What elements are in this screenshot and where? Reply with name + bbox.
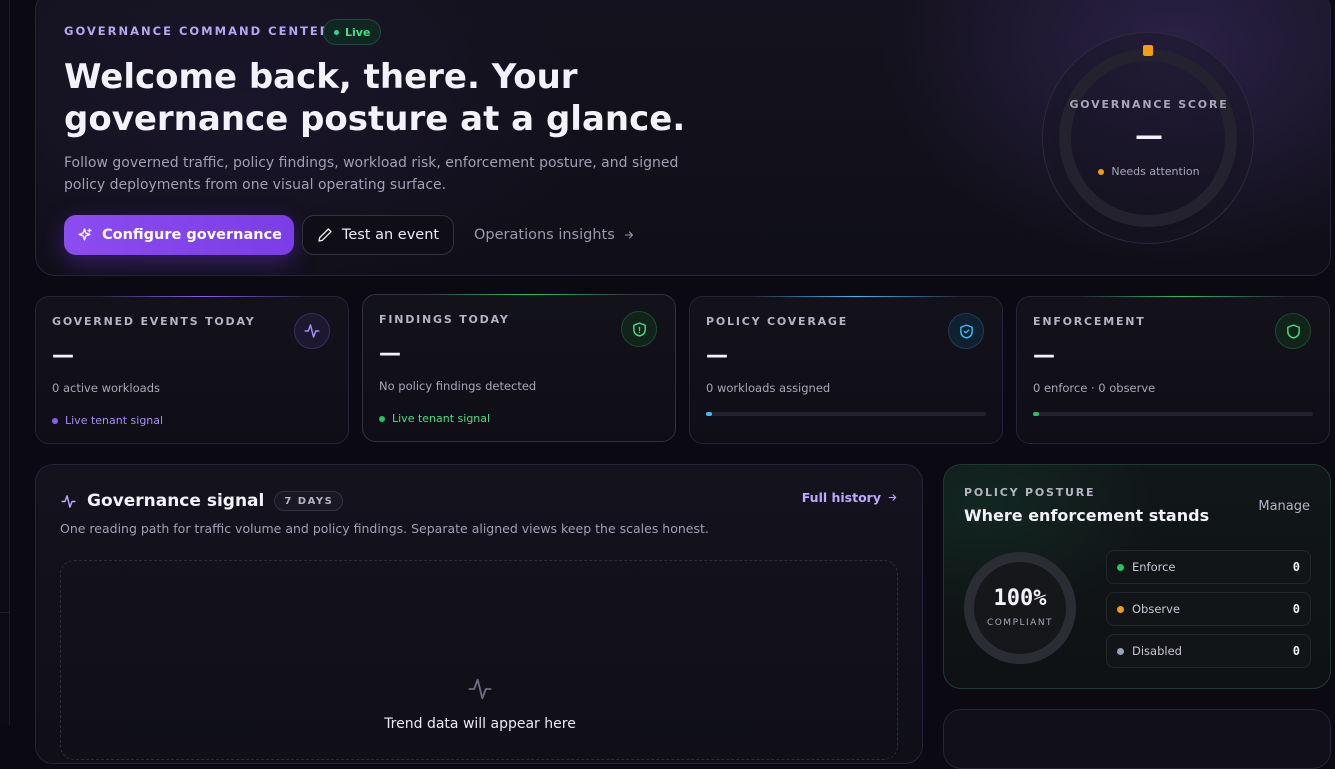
governance-score-gauge: GOVERNANCE SCORE — Needs attention [1042,32,1254,244]
stat-value: — [52,343,74,368]
stat-subtext: 0 active workloads [52,381,160,395]
trend-empty-state: Trend data will appear here [60,560,898,760]
stat-subtext: 0 workloads assigned [706,381,831,395]
signal-panel-title: Governance signal [87,491,265,511]
score-label: GOVERNANCE SCORE [1069,98,1229,111]
hero-description: Follow governed traffic, policy findings… [64,155,679,193]
signal-dot-icon [52,417,58,424]
shield-check-icon [948,313,984,349]
coverage-progress-bar [706,412,986,416]
mode-name: Enforce [1132,560,1176,574]
hero-panel: GOVERNANCE COMMAND CENTER Live Welcome b… [35,0,1331,276]
card-accent [1077,296,1289,297]
mode-row-observe[interactable]: Observe 0 [1106,592,1311,626]
signal-label: Live tenant signal [392,412,491,425]
posture-title: Where enforcement stands [964,506,1210,525]
live-dot-icon [334,29,339,35]
live-label: Live [345,25,371,39]
full-history-label: Full history [801,490,881,505]
disabled-dot-icon [1117,647,1124,655]
signal-panel-header: Governance signal 7 DAYS [60,491,344,511]
test-event-button[interactable]: Test an event [302,215,454,255]
score-status-text: Needs attention [1111,165,1200,178]
stat-label: POLICY COVERAGE [706,315,849,328]
compliance-caption: COMPLIANT [986,618,1054,628]
stat-signal: Live tenant signal [379,412,490,425]
score-indicator [1143,45,1153,56]
range-badge[interactable]: 7 DAYS [274,491,344,511]
activity-icon [61,494,76,508]
stat-card-governed-events[interactable]: GOVERNED EVENTS TODAY — 0 active workloa… [35,296,349,444]
manage-link[interactable]: Manage [1258,499,1310,514]
signal-panel-description: One reading path for traffic volume and … [60,521,709,536]
observe-dot-icon [1117,605,1124,613]
signal-label: Live tenant signal [65,414,164,427]
stat-card-policy-coverage[interactable]: POLICY COVERAGE — 0 workloads assigned [689,296,1003,444]
governance-signal-panel: Governance signal 7 DAYS Full history On… [35,464,923,764]
sparkles-icon [78,227,92,240]
stat-value: — [1033,343,1055,368]
status-dot-icon [1098,168,1105,175]
stat-subtext: No policy findings detected [379,379,537,393]
configure-governance-button[interactable]: Configure governance [64,215,294,255]
next-panel [943,709,1331,769]
hero-eyebrow: GOVERNANCE COMMAND CENTER [64,24,331,38]
shield-alert-icon [621,311,657,347]
stat-label: ENFORCEMENT [1033,315,1146,328]
score-status: Needs attention [1043,165,1255,178]
stat-value: — [706,343,728,368]
card-accent [423,294,635,295]
empty-state-text: Trend data will appear here [384,716,576,732]
compliance-percent: 100% [993,586,1047,611]
side-rail [0,0,10,725]
mode-name: Disabled [1132,644,1182,658]
mode-count: 0 [1292,644,1300,658]
configure-governance-label: Configure governance [101,227,283,243]
arrow-right-icon [888,494,897,501]
card-accent [96,296,308,297]
activity-icon [294,313,330,349]
test-event-label: Test an event [341,227,440,243]
progress-fill [706,412,712,416]
page-title: Welcome back, there. Your governance pos… [64,57,686,139]
score-value: — [1135,119,1163,152]
progress-fill [1033,412,1039,416]
mode-name: Observe [1132,602,1181,616]
enforce-dot-icon [1117,563,1124,571]
operations-insights-label: Operations insights [474,227,615,243]
stat-card-enforcement[interactable]: ENFORCEMENT — 0 enforce · 0 observe [1016,296,1330,444]
stat-label: FINDINGS TODAY [379,313,510,326]
mode-row-disabled[interactable]: Disabled 0 [1106,634,1311,668]
signal-dot-icon [379,415,385,422]
stat-label: GOVERNED EVENTS TODAY [52,315,256,328]
operations-insights-link[interactable]: Operations insights [474,215,635,255]
mode-count: 0 [1292,560,1300,574]
shield-icon [1275,313,1311,349]
stat-signal: Live tenant signal [52,414,163,427]
pencil-icon [318,228,332,242]
policy-posture-panel: POLICY POSTURE Where enforcement stands … [943,464,1331,689]
full-history-link[interactable]: Full history [802,490,898,505]
activity-icon [468,678,492,700]
arrow-right-icon [624,231,633,239]
mode-count: 0 [1292,602,1300,616]
enforcement-progress-bar [1033,412,1313,416]
stat-value: — [379,341,401,366]
mode-row-enforce[interactable]: Enforce 0 [1106,550,1311,584]
stat-subtext: 0 enforce · 0 observe [1033,381,1156,395]
posture-eyebrow: POLICY POSTURE [964,486,1096,499]
card-accent [750,296,962,297]
live-badge: Live [323,19,382,45]
stat-card-findings[interactable]: FINDINGS TODAY — No policy findings dete… [362,294,676,442]
compliance-donut: 100% COMPLIANT [964,552,1076,664]
